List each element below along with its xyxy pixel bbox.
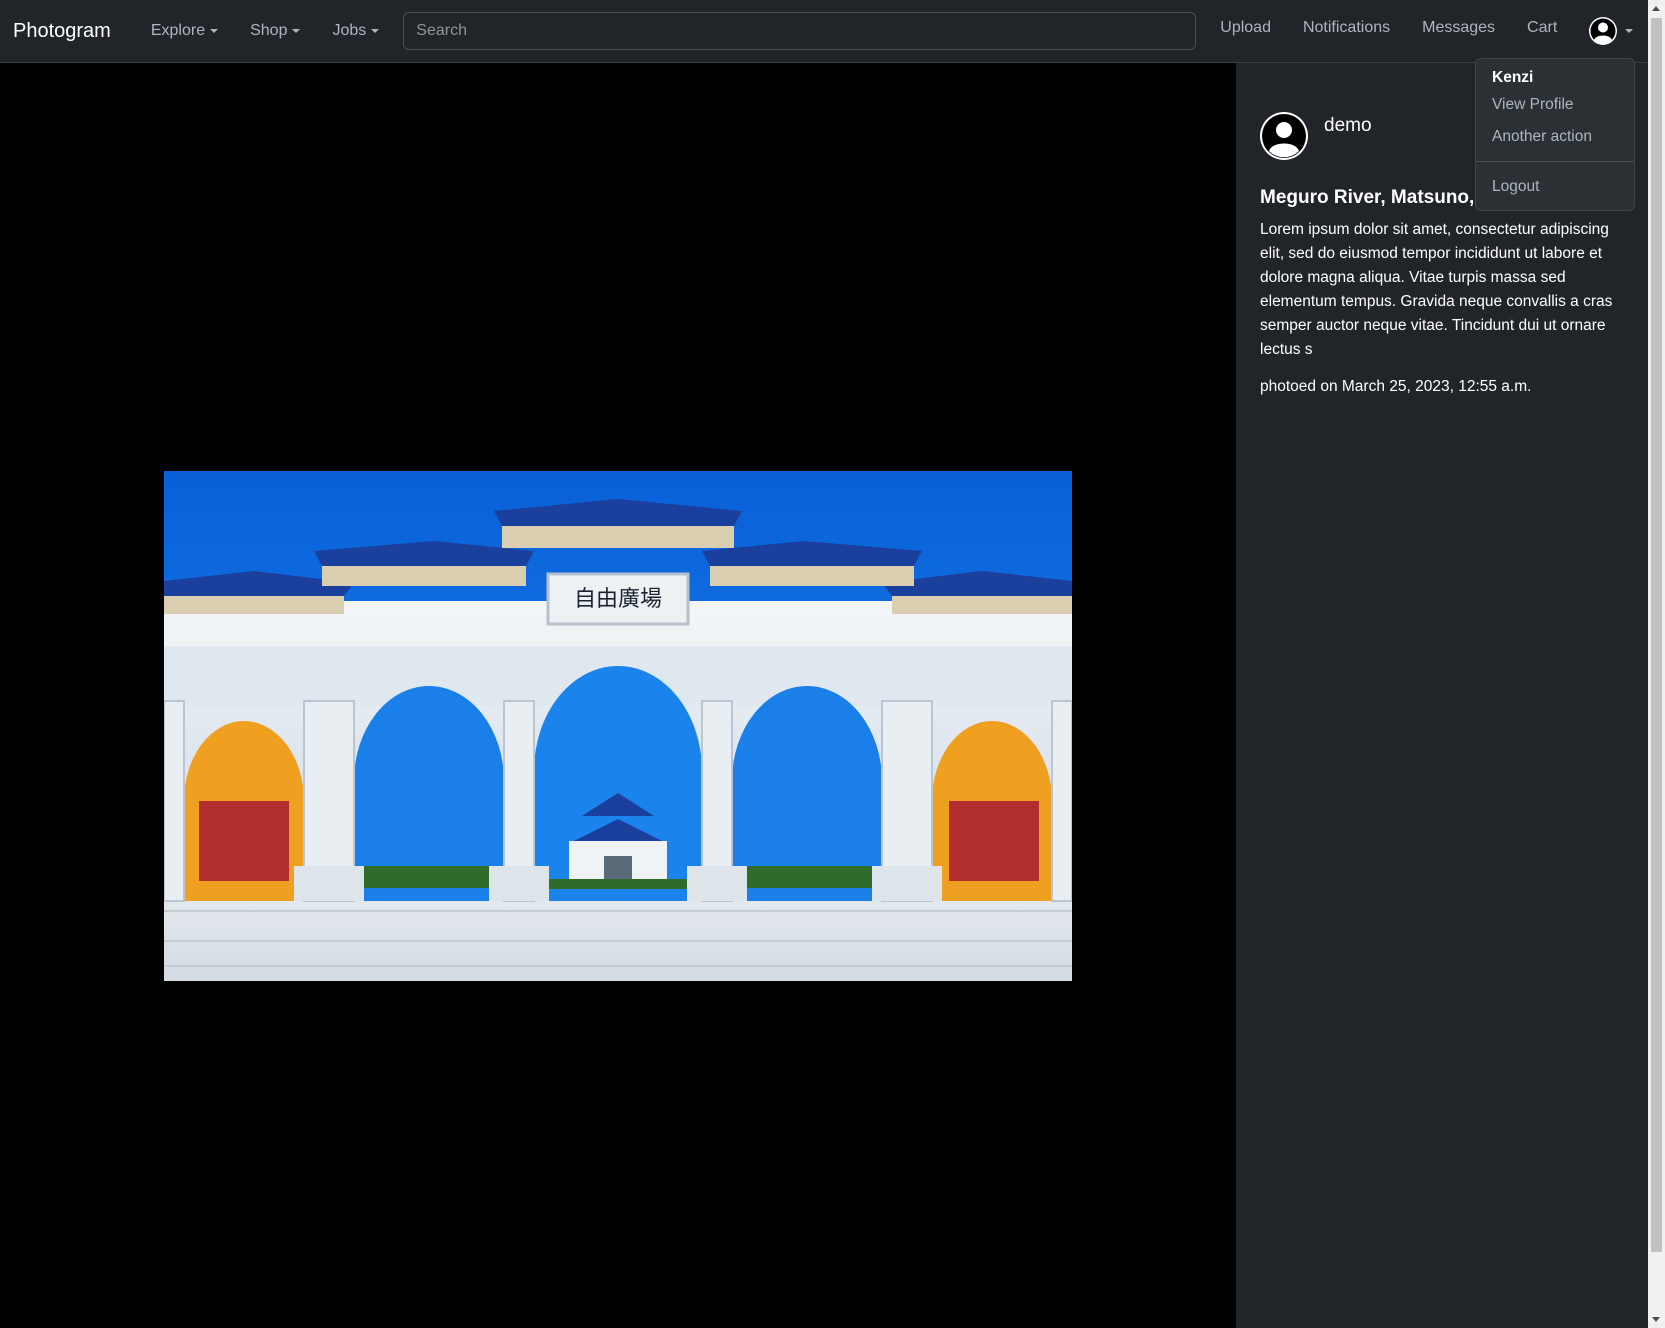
- gate-inscription: 自由廣場: [574, 587, 662, 612]
- chevron-down-icon: [210, 29, 219, 33]
- photo-description: Lorem ipsum dolor sit amet, consectetur …: [1260, 221, 1613, 358]
- user-circle-icon: [1589, 17, 1618, 45]
- nav-right-links: Upload Notifications Messages Cart: [1220, 17, 1634, 45]
- photo-stage: 自由廣場: [0, 63, 1236, 1328]
- main-photo[interactable]: 自由廣場: [164, 471, 1072, 981]
- nav-explore-label: Explore: [150, 22, 206, 39]
- top-navbar: Photogram Explore Shop Jobs Upload Notif…: [0, 0, 1648, 63]
- nav-shop-dropdown[interactable]: Shop: [250, 22, 301, 40]
- nav-jobs-label: Jobs: [332, 22, 367, 39]
- scroll-thumb[interactable]: [1651, 18, 1662, 1252]
- nav-shop-label: Shop: [250, 22, 288, 39]
- nav-jobs-dropdown[interactable]: Jobs: [332, 22, 380, 40]
- nav-upload-link[interactable]: Upload: [1220, 19, 1271, 37]
- another-action-item[interactable]: Another action: [1476, 121, 1634, 153]
- chevron-down-icon: [292, 29, 301, 33]
- author-name[interactable]: demo: [1324, 115, 1372, 137]
- user-dropdown-menu: Kenzi View Profile Another action Logout: [1475, 58, 1635, 211]
- photo-date: photoed on March 25, 2023, 12:55 a.m.: [1260, 378, 1532, 395]
- nav-notifications-link[interactable]: Notifications: [1303, 19, 1390, 37]
- photo-details-sidebar: demo Meguro River, Matsuno, Japan Lorem …: [1236, 63, 1648, 1328]
- scroll-up-icon[interactable]: [1652, 6, 1660, 11]
- nav-messages-link[interactable]: Messages: [1422, 19, 1495, 37]
- dropdown-username: Kenzi: [1492, 69, 1534, 86]
- user-menu-toggle[interactable]: [1589, 17, 1634, 45]
- view-profile-item[interactable]: View Profile: [1476, 89, 1634, 121]
- logout-item[interactable]: Logout: [1476, 171, 1634, 203]
- search-input[interactable]: [403, 12, 1197, 50]
- chevron-down-icon: [371, 29, 380, 33]
- brand-logo[interactable]: Photogram: [13, 20, 111, 43]
- nav-cart-link[interactable]: Cart: [1527, 19, 1557, 37]
- vertical-scrollbar[interactable]: [1648, 0, 1665, 1328]
- nav-explore-dropdown[interactable]: Explore: [150, 22, 219, 40]
- dropdown-divider: [1476, 161, 1634, 162]
- scroll-down-icon[interactable]: [1652, 1317, 1660, 1322]
- user-circle-icon: [1260, 112, 1308, 160]
- chevron-down-icon: [1625, 29, 1634, 33]
